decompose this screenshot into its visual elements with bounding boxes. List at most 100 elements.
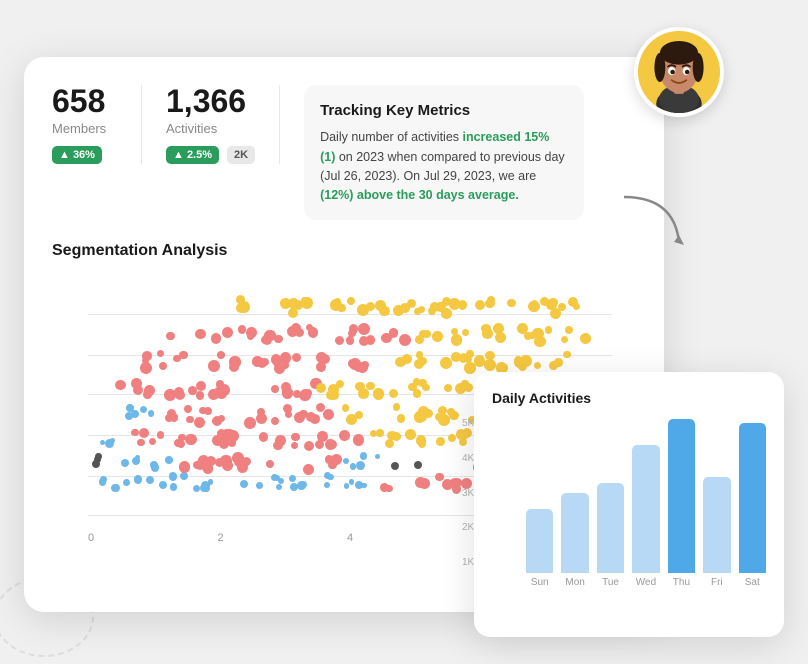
scatter-dot: [185, 434, 197, 446]
bar-column: Mon: [561, 493, 588, 588]
scatter-dot: [194, 417, 205, 428]
scatter-dot: [300, 481, 307, 488]
scatter-dot: [165, 456, 173, 464]
y-axis-label: 5K: [462, 418, 474, 429]
scatter-dot: [217, 351, 225, 359]
scatter-dot: [482, 328, 493, 339]
scatter-dot: [291, 442, 298, 449]
scatter-dot: [330, 299, 342, 311]
scatter-dot: [370, 430, 377, 437]
bar: [561, 493, 588, 573]
scatter-dot: [484, 359, 496, 371]
scatter-dot: [349, 358, 361, 370]
tracking-box: Tracking Key Metrics Daily number of act…: [304, 85, 584, 220]
scatter-dot: [342, 404, 349, 411]
scatter-dot: [148, 410, 155, 417]
scatter-dot: [99, 478, 107, 486]
tracking-text2: on 2023 when compared to previous day (J…: [320, 150, 565, 183]
bar-column: Fri: [703, 477, 730, 588]
scatter-dot: [121, 459, 129, 467]
scatter-dot: [565, 326, 573, 334]
scatter-dot: [226, 429, 234, 437]
tracking-title: Tracking Key Metrics: [320, 99, 568, 122]
scatter-dot: [534, 362, 541, 369]
scatter-dot: [563, 351, 571, 359]
scatter-dot: [355, 382, 364, 391]
scatter-dot: [256, 413, 267, 424]
scatter-dot: [186, 416, 194, 424]
scatter-dot: [375, 454, 380, 459]
scatter-dot: [438, 414, 450, 426]
scatter-dot: [175, 390, 185, 400]
scatter-dot: [290, 483, 298, 491]
scatter-dot: [435, 302, 446, 313]
scatter-dot: [474, 355, 486, 367]
scatter-dot: [111, 484, 120, 493]
scatter-dot: [405, 429, 416, 440]
scatter-dot: [507, 299, 516, 308]
members-value: 658: [52, 85, 117, 117]
daily-card: Daily Activities 5K4K3K2K1K SunMonTueWed…: [474, 372, 784, 637]
scatter-dot: [432, 331, 443, 342]
scatter-dot: [244, 417, 256, 429]
scatter-dot: [466, 350, 473, 357]
scatter-dot: [273, 441, 283, 451]
scatter-dot: [518, 362, 527, 371]
scatter-dot: [346, 336, 354, 344]
scatter-dot: [436, 437, 445, 446]
bar: [632, 445, 659, 573]
scatter-dot: [414, 359, 424, 369]
scatter-dot: [349, 324, 359, 334]
scatter-dot: [179, 351, 188, 360]
scatter-dot: [373, 388, 384, 399]
members-badge: ▲ 36%: [52, 146, 102, 164]
scatter-dot: [316, 352, 327, 363]
scatter-dot: [188, 386, 197, 395]
bar-column: Wed: [632, 445, 659, 588]
scatter-dot: [238, 325, 246, 333]
scatter-dot: [134, 475, 142, 483]
scatter-dot: [323, 409, 334, 420]
scatter-dot: [415, 477, 426, 488]
scatter-dot: [100, 440, 105, 445]
bar-day-label: Tue: [602, 577, 619, 588]
scatter-dot: [304, 389, 312, 397]
scatter-dot: [157, 431, 165, 439]
scatter-dot: [246, 327, 256, 337]
scatter-dot: [462, 329, 469, 336]
scatter-dot: [450, 478, 459, 487]
scatter-dot: [149, 438, 156, 445]
bar-day-label: Mon: [565, 577, 584, 588]
activities-label: Activities: [166, 121, 255, 136]
scatter-dot: [271, 417, 279, 425]
scatter-dot: [92, 460, 100, 468]
scatter-dot: [325, 439, 336, 450]
y-axis-label: 4K: [462, 453, 474, 464]
scatter-dot: [376, 429, 384, 437]
bar: [703, 477, 730, 573]
scatter-dot: [140, 406, 147, 413]
scatter-dot: [132, 457, 140, 465]
scatter-dot: [280, 298, 291, 309]
scatter-dot: [196, 381, 206, 391]
scatter-dot: [549, 361, 558, 370]
members-metric: 658 Members ▲ 36%: [52, 85, 142, 164]
scatter-dot: [179, 461, 191, 473]
scatter-dot: [222, 460, 233, 471]
scatter-dot: [256, 482, 263, 489]
scatter-dot: [324, 482, 330, 488]
scatter-dot: [157, 350, 164, 357]
scatter-dot: [301, 297, 313, 309]
scatter-dot: [95, 453, 101, 459]
scatter-dot: [347, 297, 355, 305]
y-axis-label: 1K: [462, 557, 474, 568]
scatter-dot: [453, 335, 462, 344]
avatar: [634, 27, 724, 117]
scatter-dot: [303, 464, 314, 475]
scatter-dot: [418, 306, 425, 313]
bar-column: Sat: [739, 423, 766, 588]
scatter-dot: [274, 335, 282, 343]
scatter-dot: [344, 483, 350, 489]
scatter-dot: [444, 384, 452, 392]
scatter-dot: [283, 404, 292, 413]
